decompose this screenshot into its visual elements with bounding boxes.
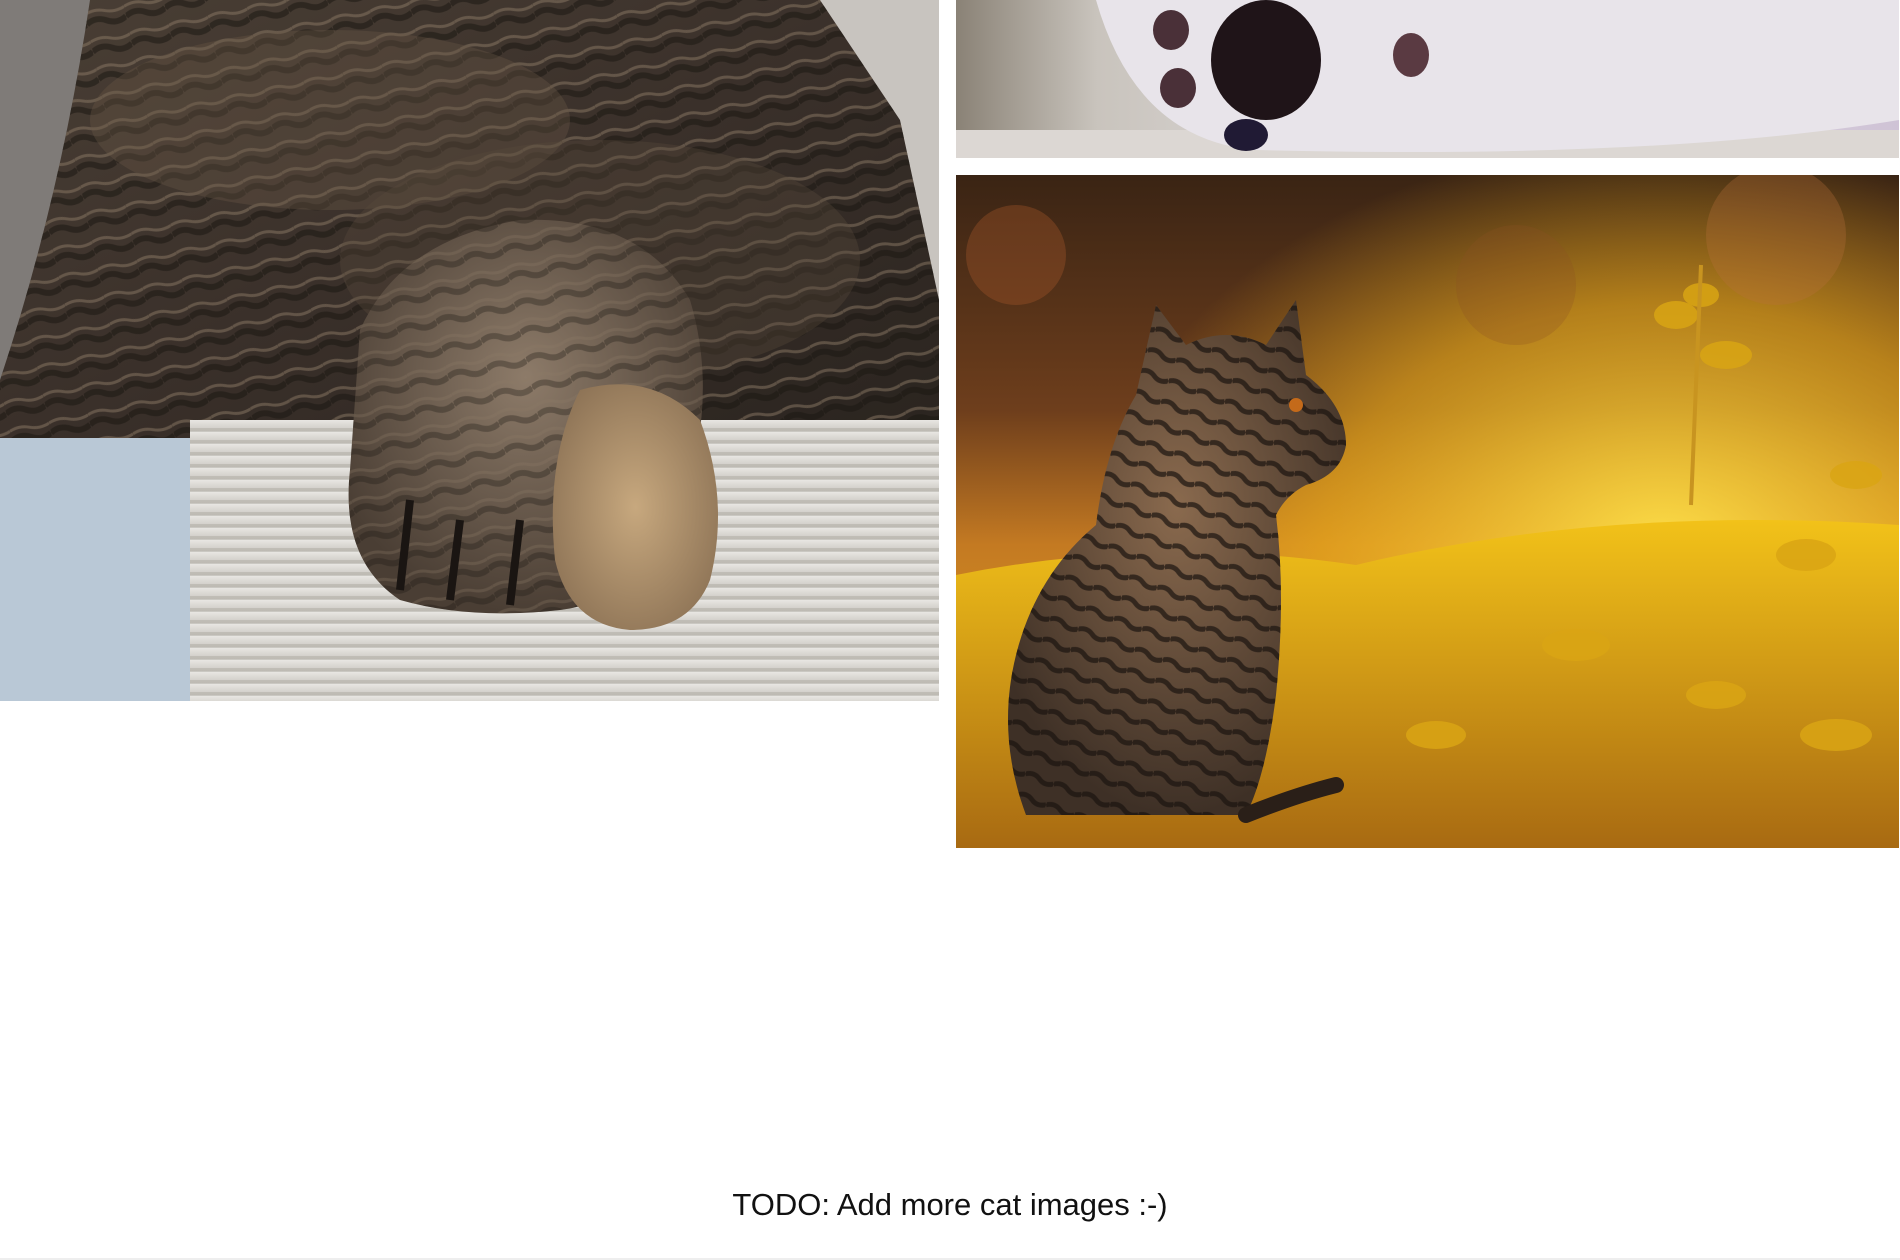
white-paw-illustration bbox=[956, 0, 1899, 158]
kitten-in-grass-illustration bbox=[956, 175, 1899, 848]
cat-paws-illustration bbox=[0, 0, 939, 701]
white-paw-image[interactable] bbox=[956, 0, 1899, 158]
page: TODO: Add more cat images :-) bbox=[0, 0, 1900, 1260]
todo-message: TODO: Add more cat images :-) bbox=[732, 1187, 1168, 1222]
kitten-in-grass-image[interactable] bbox=[956, 175, 1899, 848]
cat-paws-image[interactable] bbox=[0, 0, 939, 701]
